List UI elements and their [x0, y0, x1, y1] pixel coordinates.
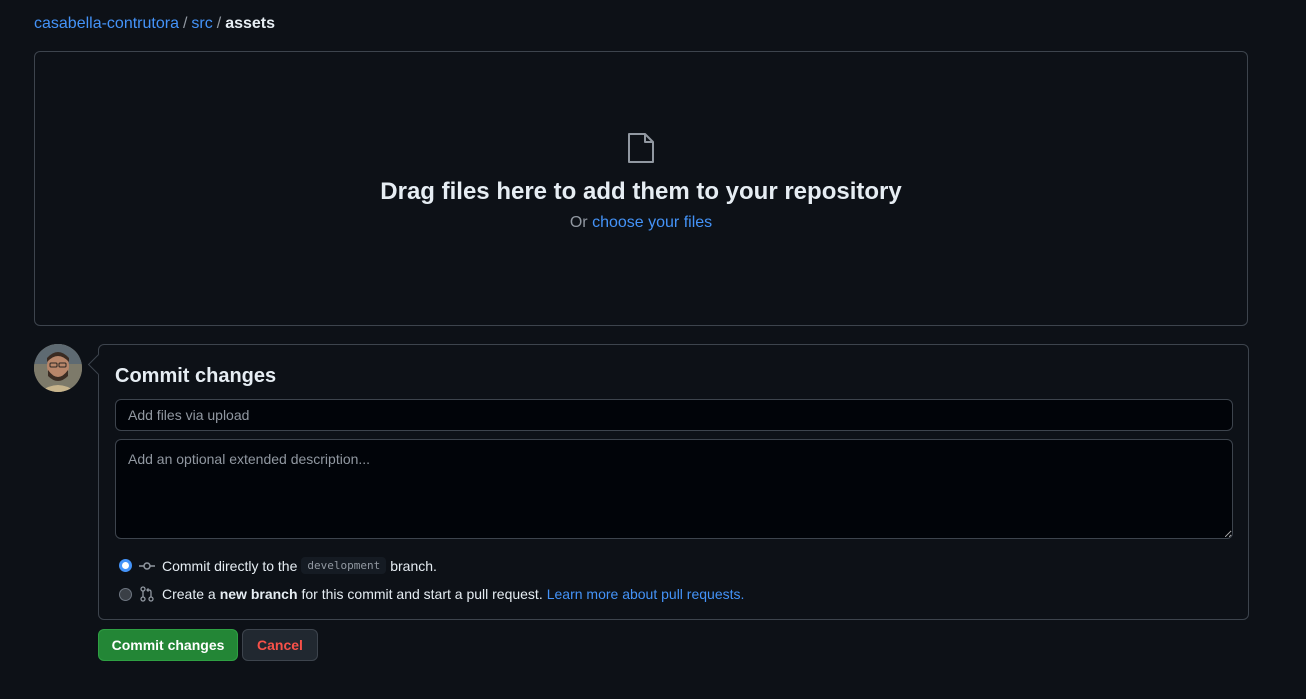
commit-description-input[interactable]: [115, 439, 1233, 539]
commit-direct-suffix: branch.: [390, 557, 437, 574]
breadcrumb-separator: /: [182, 15, 188, 32]
breadcrumb-repo-link[interactable]: casabella-contrutora: [34, 15, 179, 32]
avatar[interactable]: [34, 344, 82, 392]
breadcrumb-current-folder: assets: [225, 15, 276, 32]
commit-summary-input[interactable]: [115, 399, 1233, 431]
drop-zone-subtext: Or choose your files: [570, 214, 712, 232]
file-icon: [628, 133, 654, 163]
breadcrumb-separator: /: [216, 15, 222, 32]
file-drop-zone[interactable]: Drag files here to add them to your repo…: [34, 51, 1248, 326]
new-branch-radio[interactable]: [119, 587, 132, 601]
learn-more-pull-requests-link[interactable]: Learn more about pull requests.: [547, 586, 745, 602]
branch-name: development: [301, 557, 387, 574]
choose-files-link[interactable]: choose your files: [592, 214, 712, 231]
breadcrumb: casabella-contrutora / src / assets: [34, 14, 275, 34]
breadcrumb-folder-link[interactable]: src: [191, 15, 212, 32]
user-avatar-image: [34, 344, 82, 392]
new-branch-option[interactable]: Create a new branch for this commit and …: [119, 586, 744, 602]
commit-direct-option[interactable]: Commit directly to the development branc…: [119, 557, 437, 574]
git-commit-icon: [139, 561, 155, 570]
git-pull-request-icon: [140, 586, 154, 602]
drop-zone-headline: Drag files here to add them to your repo…: [380, 178, 902, 205]
commit-changes-panel: Commit changes Commit directly to the de…: [98, 344, 1249, 620]
commit-changes-button[interactable]: Commit changes: [98, 629, 238, 661]
commit-direct-prefix: Commit directly to the: [162, 557, 298, 574]
commit-title: Commit changes: [115, 365, 277, 387]
cancel-button[interactable]: Cancel: [242, 629, 318, 661]
new-branch-bold: new branch: [219, 586, 298, 602]
new-branch-prefix: Create a: [162, 586, 216, 602]
new-branch-suffix: for this commit and start a pull request…: [301, 586, 543, 602]
or-text: Or: [569, 214, 588, 231]
commit-direct-radio[interactable]: [119, 559, 132, 572]
